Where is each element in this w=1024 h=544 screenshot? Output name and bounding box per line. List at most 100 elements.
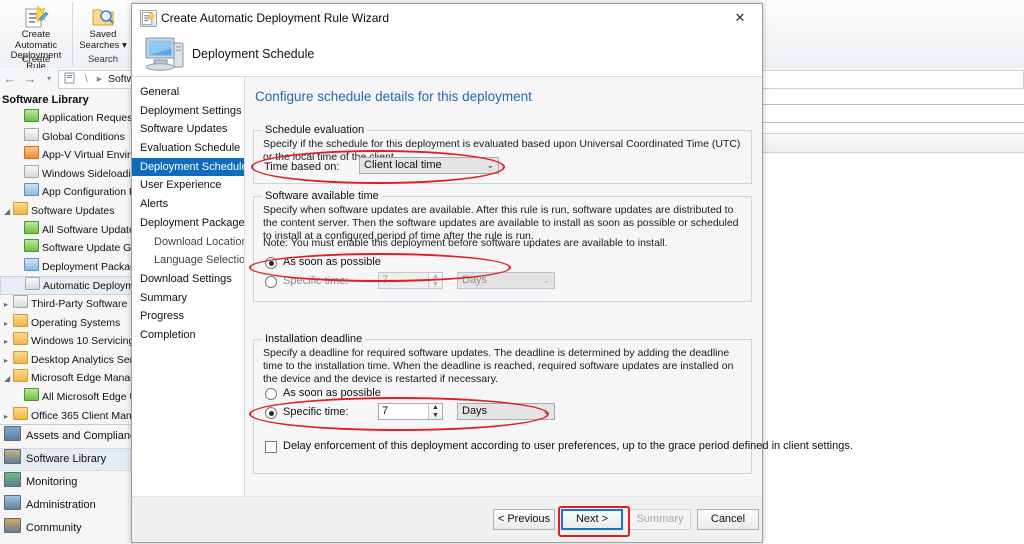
assets-icon (4, 426, 21, 441)
tree-item-label: Software Updates (31, 204, 115, 217)
spin-down-icon[interactable]: ▼ (429, 412, 442, 419)
deadline-specific-radio[interactable] (265, 407, 277, 419)
recent-locations-button[interactable]: ▾ (41, 71, 57, 87)
tree-item[interactable]: Global Conditions (0, 127, 132, 147)
dialog-header-title: Deployment Schedule (192, 47, 315, 61)
wizard-step-language-selection[interactable]: Language Selection (132, 251, 244, 270)
workspace-item-label: Software Library (26, 453, 107, 465)
available-asap-radio[interactable] (265, 257, 277, 269)
wizard-step-evaluation-schedule[interactable]: Evaluation Schedule (132, 139, 244, 158)
delay-enforcement-checkbox[interactable] (265, 441, 277, 453)
time-based-on-value: Client local time (364, 159, 442, 171)
wizard-icon (140, 10, 157, 27)
forward-button[interactable]: → (22, 71, 38, 87)
available-unit-select[interactable]: Days ⌄ (457, 272, 555, 289)
grey-icon (24, 164, 39, 178)
tree-item[interactable]: Deployment Packages (0, 257, 132, 277)
chevron-down-icon: ⌄ (542, 275, 550, 285)
schedule-evaluation-group-label: Schedule evaluation (262, 124, 368, 136)
tree-item[interactable]: Automatic Deployment Rules (0, 276, 132, 295)
workspace-item[interactable]: Assets and Compliance (0, 425, 142, 448)
breadcrumb-chevron-icon: ▸ (96, 73, 103, 85)
wizard-step-deployment-settings[interactable]: Deployment Settings (132, 102, 244, 121)
time-based-on-select[interactable]: Client local time ⌄ (359, 157, 499, 174)
dialog-header: Deployment Schedule (132, 32, 762, 77)
available-spin-buttons[interactable]: ▲ ▼ (428, 273, 442, 288)
tree-item[interactable]: All Microsoft Edge Updates (0, 387, 132, 407)
close-icon[interactable]: ✕ (718, 4, 762, 31)
chevron-down-icon: ⌄ (486, 160, 494, 170)
next-button[interactable]: Next > (561, 509, 623, 530)
workspace-switcher: Assets and Compliance Software Library Mon… (0, 424, 142, 544)
tree-twisty-icon[interactable]: ▸ (4, 296, 13, 314)
spin-down-icon[interactable]: ▼ (429, 281, 442, 288)
tree-item[interactable]: ▸ Operating Systems (0, 313, 132, 333)
tree-item[interactable]: ▸ Office 365 Client Management (0, 406, 132, 426)
tree-twisty-icon[interactable]: ▸ (4, 352, 13, 370)
tree-twisty-icon[interactable]: ◢ (4, 370, 13, 388)
spin-up-icon[interactable]: ▲ (429, 273, 442, 280)
available-unit-value: Days (462, 274, 488, 286)
tree-twisty-icon[interactable]: ▸ (4, 408, 13, 426)
software-available-time-group-label: Software available time (262, 190, 382, 202)
wizard-step-download-settings[interactable]: Download Settings (132, 270, 244, 289)
deadline-spin-buttons[interactable]: ▲ ▼ (428, 404, 442, 419)
deadline-unit-select[interactable]: Days ⌄ (457, 403, 555, 420)
wizard-step-deployment-schedule[interactable]: Deployment Schedule (132, 157, 244, 177)
workspace-item-label: Administration (26, 499, 96, 511)
tree-item[interactable]: Application Requests (0, 109, 132, 128)
page-title: Configure schedule details for this depl… (255, 89, 532, 104)
tree-item[interactable]: ◢ Microsoft Edge Management (0, 369, 132, 388)
wizard-step-download-location[interactable]: Download Location (132, 233, 244, 252)
green-icon (24, 387, 39, 401)
tree-item[interactable]: Software Update Groups (0, 239, 132, 258)
available-specific-value-input[interactable]: 7 ▲ ▼ (378, 272, 443, 289)
spin-up-icon[interactable]: ▲ (429, 404, 442, 411)
deadline-asap-radio[interactable] (265, 388, 277, 400)
folder-icon (13, 406, 28, 420)
software-available-time-group: Software available time Specify when sof… (253, 190, 752, 302)
wizard-step-alerts[interactable]: Alerts (132, 195, 244, 214)
tree-item[interactable]: Windows Sideloading Keys (0, 164, 132, 184)
deadline-specific-label: Specific time: (283, 406, 349, 418)
tree-item-label: Software Update Groups (42, 242, 132, 255)
cancel-button[interactable]: Cancel (697, 509, 759, 530)
tree-item[interactable]: App-V Virtual Environments (0, 146, 132, 165)
tree-twisty-icon[interactable]: ▸ (4, 333, 13, 351)
tree-twisty-icon[interactable]: ◢ (4, 203, 13, 221)
search-input[interactable] (733, 104, 1024, 123)
breadcrumb-root-icon (64, 72, 75, 84)
saved-searches-button-label[interactable]: Saved Searches ▾ (73, 29, 133, 51)
workspace-item[interactable]: Monitoring (0, 471, 132, 494)
tree-twisty-icon[interactable]: ▸ (4, 315, 13, 333)
deadline-specific-value-input[interactable]: 7 ▲ ▼ (378, 403, 443, 420)
time-based-on-label: Time based on: (264, 161, 340, 173)
wizard-step-summary[interactable]: Summary (132, 289, 244, 308)
wizard-step-progress[interactable]: Progress (132, 307, 244, 326)
tree-item[interactable]: ▸ Third-Party Software Update (0, 294, 132, 314)
tree-item[interactable]: ▸ Windows 10 Servicing (0, 332, 132, 351)
create-adr-icon (25, 5, 49, 28)
workspace-item[interactable]: Community (0, 517, 132, 540)
workspace-item[interactable]: Software Library (0, 448, 132, 471)
available-specific-radio[interactable] (265, 276, 277, 288)
back-button[interactable]: ← (2, 71, 18, 87)
green-icon (24, 220, 39, 234)
wizard-step-user-experience[interactable]: User Experience (132, 176, 244, 195)
wizard-step-deployment-package[interactable]: Deployment Package (132, 214, 244, 233)
dialog-title-bar[interactable]: Create Automatic Deployment Rule Wizard … (132, 4, 762, 33)
workspace-item[interactable]: Administration (0, 494, 132, 517)
ribbon-group-search: Saved Searches ▾ Search (73, 2, 134, 66)
wizard-step-general[interactable]: General (132, 83, 244, 102)
wizard-step-software-updates[interactable]: Software Updates (132, 120, 244, 139)
tree-item[interactable]: All Software Updates (0, 220, 132, 240)
ribbon-group-create-label: Create (21, 54, 51, 65)
wizard-step-completion[interactable]: Completion (132, 326, 244, 345)
tree-item[interactable]: ◢ Software Updates (0, 201, 132, 221)
previous-button[interactable]: < Previous (493, 509, 555, 530)
blue-icon (24, 183, 39, 197)
tree-item[interactable]: App Configuration Policies (0, 183, 132, 202)
create-adr-button-label[interactable]: Create Automatic Deployment Rule (0, 29, 72, 72)
tree-item[interactable]: ▸ Desktop Analytics Servicing (0, 350, 132, 370)
workspace-item-label: Community (26, 522, 82, 534)
